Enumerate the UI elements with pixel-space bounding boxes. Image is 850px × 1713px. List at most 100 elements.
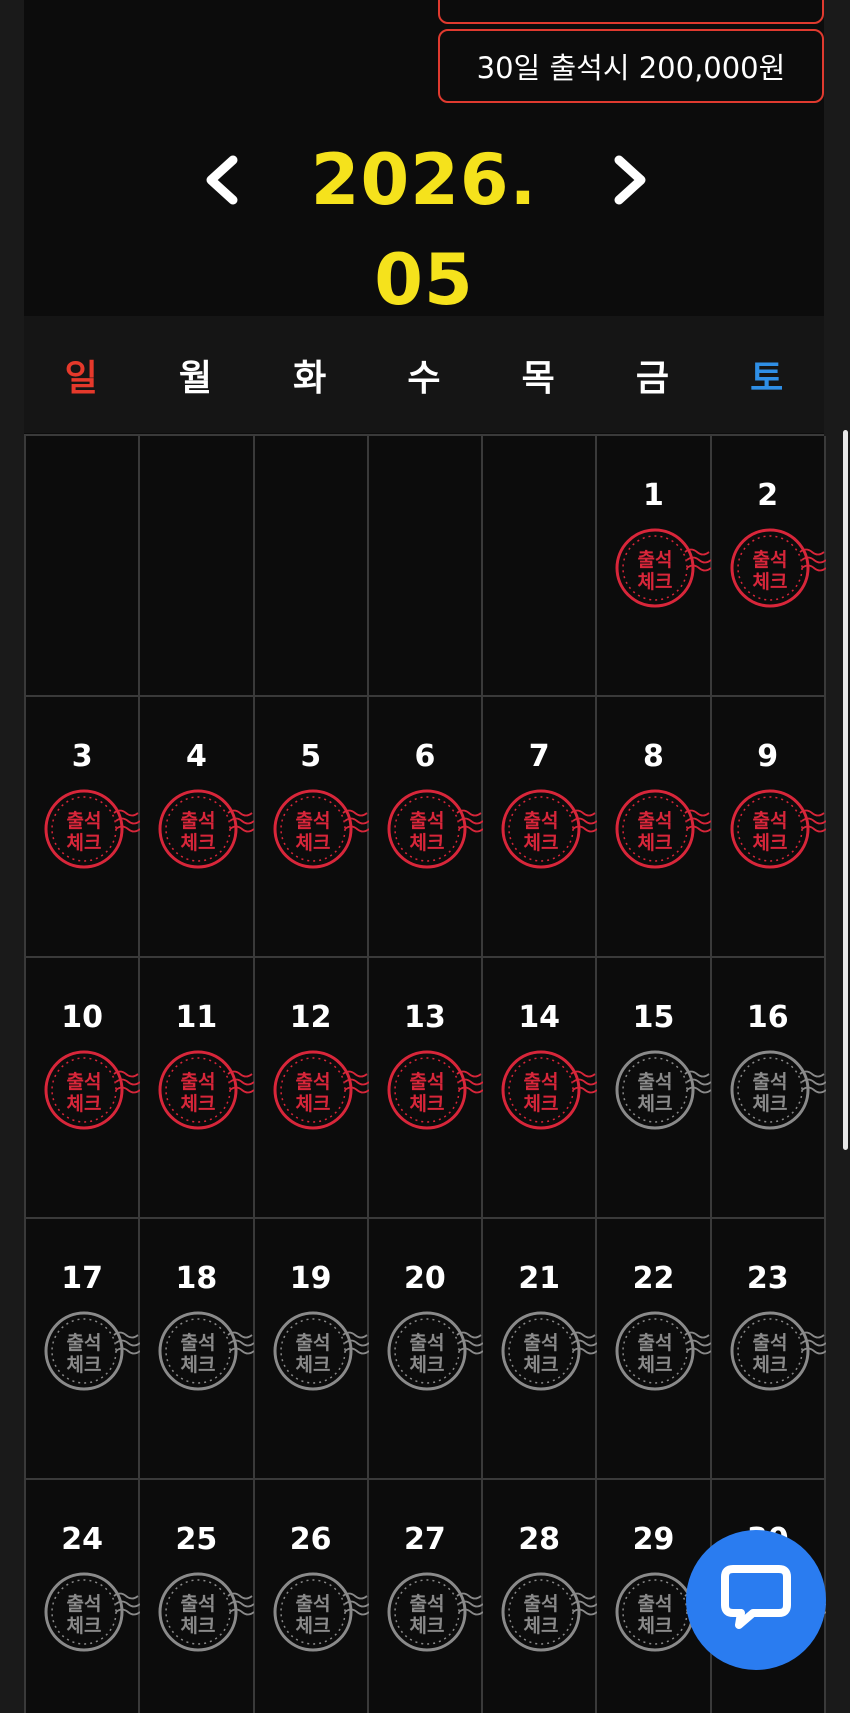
attendance-stamp-unchecked-icon: 출석체크 bbox=[615, 1048, 712, 1132]
stamp-text-line1: 출석 bbox=[67, 1071, 102, 1093]
stamp-text-line1: 출석 bbox=[67, 1332, 102, 1354]
calendar-day-cell[interactable]: 3 출석 체크 bbox=[26, 697, 141, 958]
stamp-text-line1: 출석 bbox=[67, 810, 102, 832]
stamp-text-line2: 체크 bbox=[67, 1093, 102, 1115]
weekday-wednesday: 수 bbox=[407, 357, 441, 399]
calendar-day-cell[interactable]: 6 출석 체크 bbox=[368, 697, 484, 958]
day-number: 1 bbox=[643, 478, 664, 513]
attendance-stamp-unchecked-icon: 출석체크 bbox=[273, 1309, 370, 1393]
scrollbar[interactable] bbox=[843, 430, 848, 1150]
day-number: 18 bbox=[175, 1261, 218, 1296]
weekday-thursday: 목 bbox=[521, 357, 555, 399]
calendar-day-cell[interactable]: 27 출석 체크 bbox=[368, 1480, 484, 1713]
stamp-text-line2: 체크 bbox=[295, 1354, 330, 1376]
stamp-text-line1: 출석 bbox=[752, 1071, 787, 1093]
calendar-day-cell[interactable]: 15 출석 체크 bbox=[597, 958, 712, 1219]
attendance-stamp-checked-icon: 출석 체크 bbox=[501, 787, 598, 871]
chat-button[interactable] bbox=[686, 1530, 826, 1670]
stamp-text-line1: 출석 bbox=[638, 810, 673, 832]
day-number: 27 bbox=[404, 1522, 446, 1557]
calendar-day-cell[interactable]: 5 출석 체크 bbox=[254, 697, 370, 958]
calendar-day-cell[interactable]: 26 출석 체크 bbox=[254, 1480, 370, 1713]
day-number: 15 bbox=[632, 1000, 675, 1035]
calendar-day-cell[interactable]: 12 출석 체크 bbox=[254, 958, 370, 1219]
stamp-text-line1: 출석 bbox=[409, 1071, 444, 1093]
stamp-text-line1: 출석 bbox=[295, 1332, 330, 1354]
day-number: 28 bbox=[518, 1522, 561, 1557]
calendar-empty-cell bbox=[140, 436, 255, 697]
attendance-stamp-unchecked-icon: 출석체크 bbox=[501, 1309, 598, 1393]
attendance-stamp-unchecked-icon: 출석체크 bbox=[273, 1570, 370, 1654]
chevron-right-icon[interactable] bbox=[609, 152, 653, 208]
day-number: 8 bbox=[643, 739, 664, 774]
calendar-day-cell[interactable]: 25 출석 체크 bbox=[140, 1480, 255, 1713]
stamp-text-line2: 체크 bbox=[524, 1354, 559, 1376]
stamp-text-line1: 출석 bbox=[409, 1332, 444, 1354]
month-title: 2026. 05 bbox=[310, 139, 538, 321]
calendar-day-cell[interactable]: 16 출석 체크 bbox=[711, 958, 827, 1219]
stamp-text-line2: 체크 bbox=[409, 1093, 444, 1115]
attendance-stamp-checked-icon: 출석 체크 bbox=[730, 526, 827, 610]
calendar-day-cell[interactable]: 28 출석 체크 bbox=[483, 1480, 598, 1713]
attendance-stamp-checked-icon: 출석 체크 bbox=[730, 787, 827, 871]
calendar-day-cell[interactable]: 13 출석 체크 bbox=[368, 958, 484, 1219]
calendar-day-cell[interactable]: 4 출석 체크 bbox=[140, 697, 255, 958]
weekday-monday: 월 bbox=[178, 357, 212, 399]
stamp-text-line2: 체크 bbox=[295, 832, 330, 854]
stamp-text-line1: 출석 bbox=[752, 1332, 787, 1354]
stamp-text-line2: 체크 bbox=[409, 832, 444, 854]
calendar-day-cell[interactable]: 22 출석 체크 bbox=[597, 1219, 712, 1480]
calendar-day-cell[interactable]: 11 출석 체크 bbox=[140, 958, 255, 1219]
calendar-day-cell[interactable]: 1 출석 체크 bbox=[597, 436, 712, 697]
stamp-text-line2: 체크 bbox=[295, 1093, 330, 1115]
month-navigation: 2026. 05 bbox=[24, 130, 824, 321]
stamp-text-line1: 출석 bbox=[295, 1593, 330, 1615]
attendance-stamp-checked-icon: 출석 체크 bbox=[158, 1048, 255, 1132]
calendar-day-cell[interactable]: 21 출석 체크 bbox=[483, 1219, 598, 1480]
stamp-text-line1: 출석 bbox=[181, 810, 216, 832]
calendar-day-cell[interactable]: 9 출석 체크 bbox=[711, 697, 827, 958]
reward-button-previous[interactable] bbox=[438, 0, 824, 24]
calendar-day-cell[interactable]: 24 출석 체크 bbox=[26, 1480, 141, 1713]
stamp-text-line2: 체크 bbox=[752, 571, 787, 593]
calendar-day-cell[interactable]: 19 출석 체크 bbox=[254, 1219, 370, 1480]
calendar-day-cell[interactable]: 17 출석 체크 bbox=[26, 1219, 141, 1480]
calendar-day-cell[interactable]: 23 출석 체크 bbox=[711, 1219, 827, 1480]
stamp-text-line1: 출석 bbox=[181, 1332, 216, 1354]
stamp-text-line2: 체크 bbox=[638, 832, 673, 854]
chevron-left-icon[interactable] bbox=[199, 152, 243, 208]
stamp-text-line2: 체크 bbox=[67, 832, 102, 854]
calendar-day-cell[interactable]: 14 출석 체크 bbox=[483, 958, 598, 1219]
attendance-stamp-unchecked-icon: 출석체크 bbox=[730, 1309, 827, 1393]
attendance-stamp-unchecked-icon: 출석체크 bbox=[44, 1309, 141, 1393]
calendar-day-cell[interactable]: 2 출석 체크 bbox=[711, 436, 827, 697]
weekday-friday: 금 bbox=[635, 357, 670, 399]
stamp-text-line2: 체크 bbox=[524, 1615, 559, 1637]
day-number: 2 bbox=[757, 478, 779, 513]
day-number: 5 bbox=[300, 739, 322, 774]
calendar-day-cell[interactable]: 20 출석 체크 bbox=[368, 1219, 484, 1480]
stamp-text-line1: 출석 bbox=[409, 810, 444, 832]
day-number: 14 bbox=[518, 1000, 561, 1035]
day-number: 22 bbox=[632, 1261, 675, 1296]
weekday-tuesday: 화 bbox=[293, 357, 327, 399]
attendance-stamp-unchecked-icon: 출석체크 bbox=[158, 1309, 255, 1393]
stamp-text-line1: 출석 bbox=[638, 1593, 673, 1615]
stamp-text-line1: 출석 bbox=[181, 1593, 216, 1615]
calendar-day-cell[interactable]: 8 출석 체크 bbox=[597, 697, 712, 958]
calendar-day-cell[interactable]: 10 출석 체크 bbox=[26, 958, 141, 1219]
stamp-text-line2: 체크 bbox=[181, 832, 216, 854]
stamp-text-line2: 체크 bbox=[638, 1093, 673, 1115]
day-number: 10 bbox=[61, 1000, 103, 1035]
calendar-day-cell[interactable]: 7 출석 체크 bbox=[483, 697, 598, 958]
day-number: 16 bbox=[746, 1000, 789, 1035]
day-number: 6 bbox=[414, 739, 436, 774]
stamp-text-line2: 체크 bbox=[524, 1093, 559, 1115]
day-number: 29 bbox=[632, 1522, 675, 1557]
stamp-text-line2: 체크 bbox=[181, 1615, 216, 1637]
calendar-day-cell[interactable]: 18 출석 체크 bbox=[140, 1219, 255, 1480]
attendance-stamp-checked-icon: 출석 체크 bbox=[501, 1048, 598, 1132]
stamp-text-line1: 출석 bbox=[181, 1071, 216, 1093]
calendar-empty-cell bbox=[254, 436, 369, 697]
reward-button-30-days[interactable]: 30일 출석시 200,000원 bbox=[438, 29, 824, 103]
